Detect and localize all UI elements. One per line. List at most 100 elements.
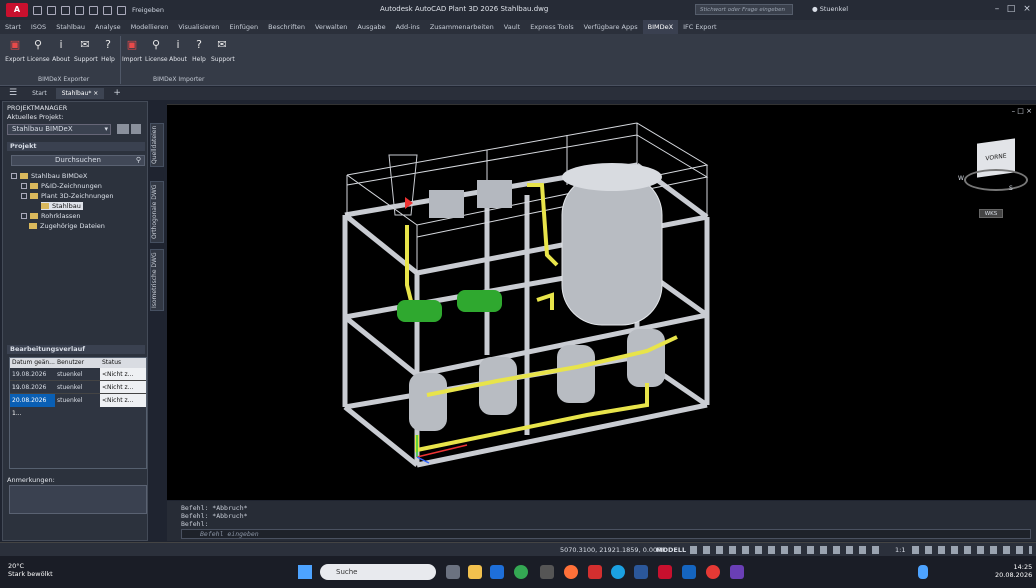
hamburger-icon[interactable]: ☰	[3, 88, 23, 99]
microphone-icon[interactable]	[918, 565, 928, 579]
tree-item-plant3d[interactable]: Plant 3D-Zeichnungen	[21, 192, 113, 200]
open-file-icon[interactable]	[47, 5, 56, 15]
tree-item-project[interactable]: Stahlbau BIMDeX	[11, 172, 87, 180]
status-select[interactable]: <Nicht z...	[100, 381, 146, 393]
annotation-scale[interactable]: 1:1	[895, 546, 905, 554]
outlook-icon[interactable]	[490, 565, 504, 579]
column-user[interactable]: Benutzer	[55, 358, 100, 368]
status-toggle-icons[interactable]	[690, 546, 880, 554]
tab-stahlbau[interactable]: Stahlbau* ×	[55, 88, 105, 99]
app-n-icon[interactable]	[634, 565, 648, 579]
command-input[interactable]: Befehl eingeben	[181, 529, 1031, 539]
tab-visualisieren[interactable]: Visualisieren	[173, 20, 224, 34]
maximize-button[interactable]: □	[1004, 4, 1018, 15]
model-viewport[interactable]: VORNE S W WKS – □ ×	[167, 104, 1036, 500]
about-button[interactable]: i About	[50, 37, 72, 63]
tab-modellieren[interactable]: Modellieren	[126, 20, 174, 34]
file-explorer-icon[interactable]	[468, 565, 482, 579]
share-button[interactable]: Freigeben	[132, 6, 164, 14]
mail-icon: ✉	[80, 38, 90, 51]
import-button[interactable]: ▣ Import	[121, 37, 143, 63]
chrome-icon[interactable]	[514, 565, 528, 579]
wks-button[interactable]: WKS	[979, 209, 1003, 218]
notes-textarea[interactable]	[9, 485, 147, 514]
support-button-importer[interactable]: ✉ Support	[211, 37, 235, 63]
start-icon[interactable]	[298, 565, 312, 579]
license-button-importer[interactable]: ⚲ License	[145, 37, 168, 63]
app-menu-button[interactable]: A	[6, 3, 28, 17]
task-view-icon[interactable]	[446, 565, 460, 579]
app-icon[interactable]	[540, 565, 554, 579]
firefox-icon[interactable]	[564, 565, 578, 579]
autocad-icon[interactable]	[658, 565, 672, 579]
new-tab-button[interactable]: +	[107, 88, 127, 99]
edge-icon[interactable]	[611, 565, 625, 579]
status-select[interactable]: <Nicht z...	[100, 394, 146, 407]
tree-item-pid[interactable]: P&ID-Zeichnungen	[21, 182, 102, 190]
help-button-importer[interactable]: ? Help	[188, 37, 210, 63]
status-tool-icons[interactable]	[912, 546, 1032, 554]
table-row[interactable]: 20.08.2026 1... stuenkel <Nicht z...	[10, 394, 146, 417]
search-project-input[interactable]: Durchsuchen ⚲	[11, 155, 145, 166]
tab-express-tools[interactable]: Express Tools	[525, 20, 578, 34]
new-file-icon[interactable]	[33, 5, 42, 15]
column-status[interactable]: Status	[100, 358, 146, 368]
print-icon[interactable]	[117, 124, 129, 134]
tree-item-files[interactable]: Zugehörige Dateien	[29, 222, 105, 230]
tab-source-files[interactable]: Quelldateien	[150, 123, 164, 167]
export-button[interactable]: ▣ Export	[4, 37, 26, 63]
redo-icon[interactable]	[117, 5, 126, 15]
tab-ausgabe[interactable]: Ausgabe	[352, 20, 390, 34]
app-icon-2[interactable]	[730, 565, 744, 579]
command-window: Befehl: *Abbruch* Befehl: *Abbruch* Befe…	[167, 501, 1036, 541]
tab-ifc-export[interactable]: IFC Export	[678, 20, 722, 34]
tab-verf-gbare-apps[interactable]: Verfügbare Apps	[579, 20, 643, 34]
table-row[interactable]: 19.08.2026 1... stuenkel <Nicht z...	[10, 381, 146, 404]
app-l-icon[interactable]	[588, 565, 602, 579]
taskbar-search[interactable]: Suche	[320, 564, 436, 580]
tab-vault[interactable]: Vault	[499, 20, 525, 34]
tab-zusammenarbeiten[interactable]: Zusammenarbeiten	[425, 20, 499, 34]
tab-bimdex[interactable]: BIMDeX	[642, 20, 679, 34]
about-button-importer[interactable]: i About	[167, 37, 189, 63]
tab-verwalten[interactable]: Verwalten	[310, 20, 352, 34]
table-row[interactable]: 19.08.2026 1... stuenkel <Nicht z...	[10, 368, 146, 391]
tab-ortho-dwg[interactable]: Orthogonale DWG	[150, 181, 164, 243]
save-icon[interactable]	[61, 5, 70, 15]
status-select[interactable]: <Nicht z...	[100, 368, 146, 380]
tab-iso-dwg[interactable]: Isometrische DWG	[150, 249, 164, 311]
row-user: stuenkel	[57, 384, 83, 391]
project-select[interactable]: Stahlbau BIMDeX ▾	[7, 124, 111, 135]
tab-einf-gen[interactable]: Einfügen	[224, 20, 263, 34]
tab-beschriften[interactable]: Beschriften	[263, 20, 310, 34]
viewport-controls[interactable]: – □ ×	[1012, 107, 1032, 115]
help-search-input[interactable]: Stichwort oder Frage eingeben	[695, 4, 793, 15]
notes-label: Anmerkungen:	[7, 476, 55, 484]
tab-add-ins[interactable]: Add-ins	[391, 20, 425, 34]
save-as-icon[interactable]	[75, 5, 84, 15]
license-button[interactable]: ⚲ License	[27, 37, 50, 63]
close-icon[interactable]: ×	[93, 90, 98, 97]
model-space-toggle[interactable]: MODELL	[656, 546, 686, 554]
support-button[interactable]: ✉ Support	[74, 37, 98, 63]
tab-isos[interactable]: ISOS	[26, 20, 51, 34]
settings-icon[interactable]	[131, 124, 141, 134]
tab-stahlbau[interactable]: Stahlbau	[51, 20, 90, 34]
help-button[interactable]: ? Help	[97, 37, 119, 63]
minimize-button[interactable]: –	[990, 4, 1004, 15]
tab-start[interactable]: Start	[26, 88, 53, 99]
close-button[interactable]: ×	[1020, 4, 1034, 15]
print-icon[interactable]	[89, 5, 98, 15]
tab-analyse[interactable]: Analyse	[90, 20, 126, 34]
acrobat-icon[interactable]	[706, 565, 720, 579]
undo-icon[interactable]	[103, 5, 112, 15]
tree-item-rohrklassen[interactable]: Rohrklassen	[21, 212, 80, 220]
revit-icon[interactable]	[682, 565, 696, 579]
clock[interactable]: 14:25 20.08.2026	[995, 563, 1032, 579]
column-date[interactable]: Datum geän...	[10, 358, 55, 368]
weather-widget[interactable]: 20°C Stark bewölkt	[8, 562, 53, 578]
tab-start[interactable]: Start	[0, 20, 26, 34]
compass-ring[interactable]	[964, 169, 1028, 191]
tree-item-stahlbau[interactable]: Stahlbau	[41, 202, 83, 210]
user-account[interactable]: ● Stuenkel	[812, 5, 848, 13]
